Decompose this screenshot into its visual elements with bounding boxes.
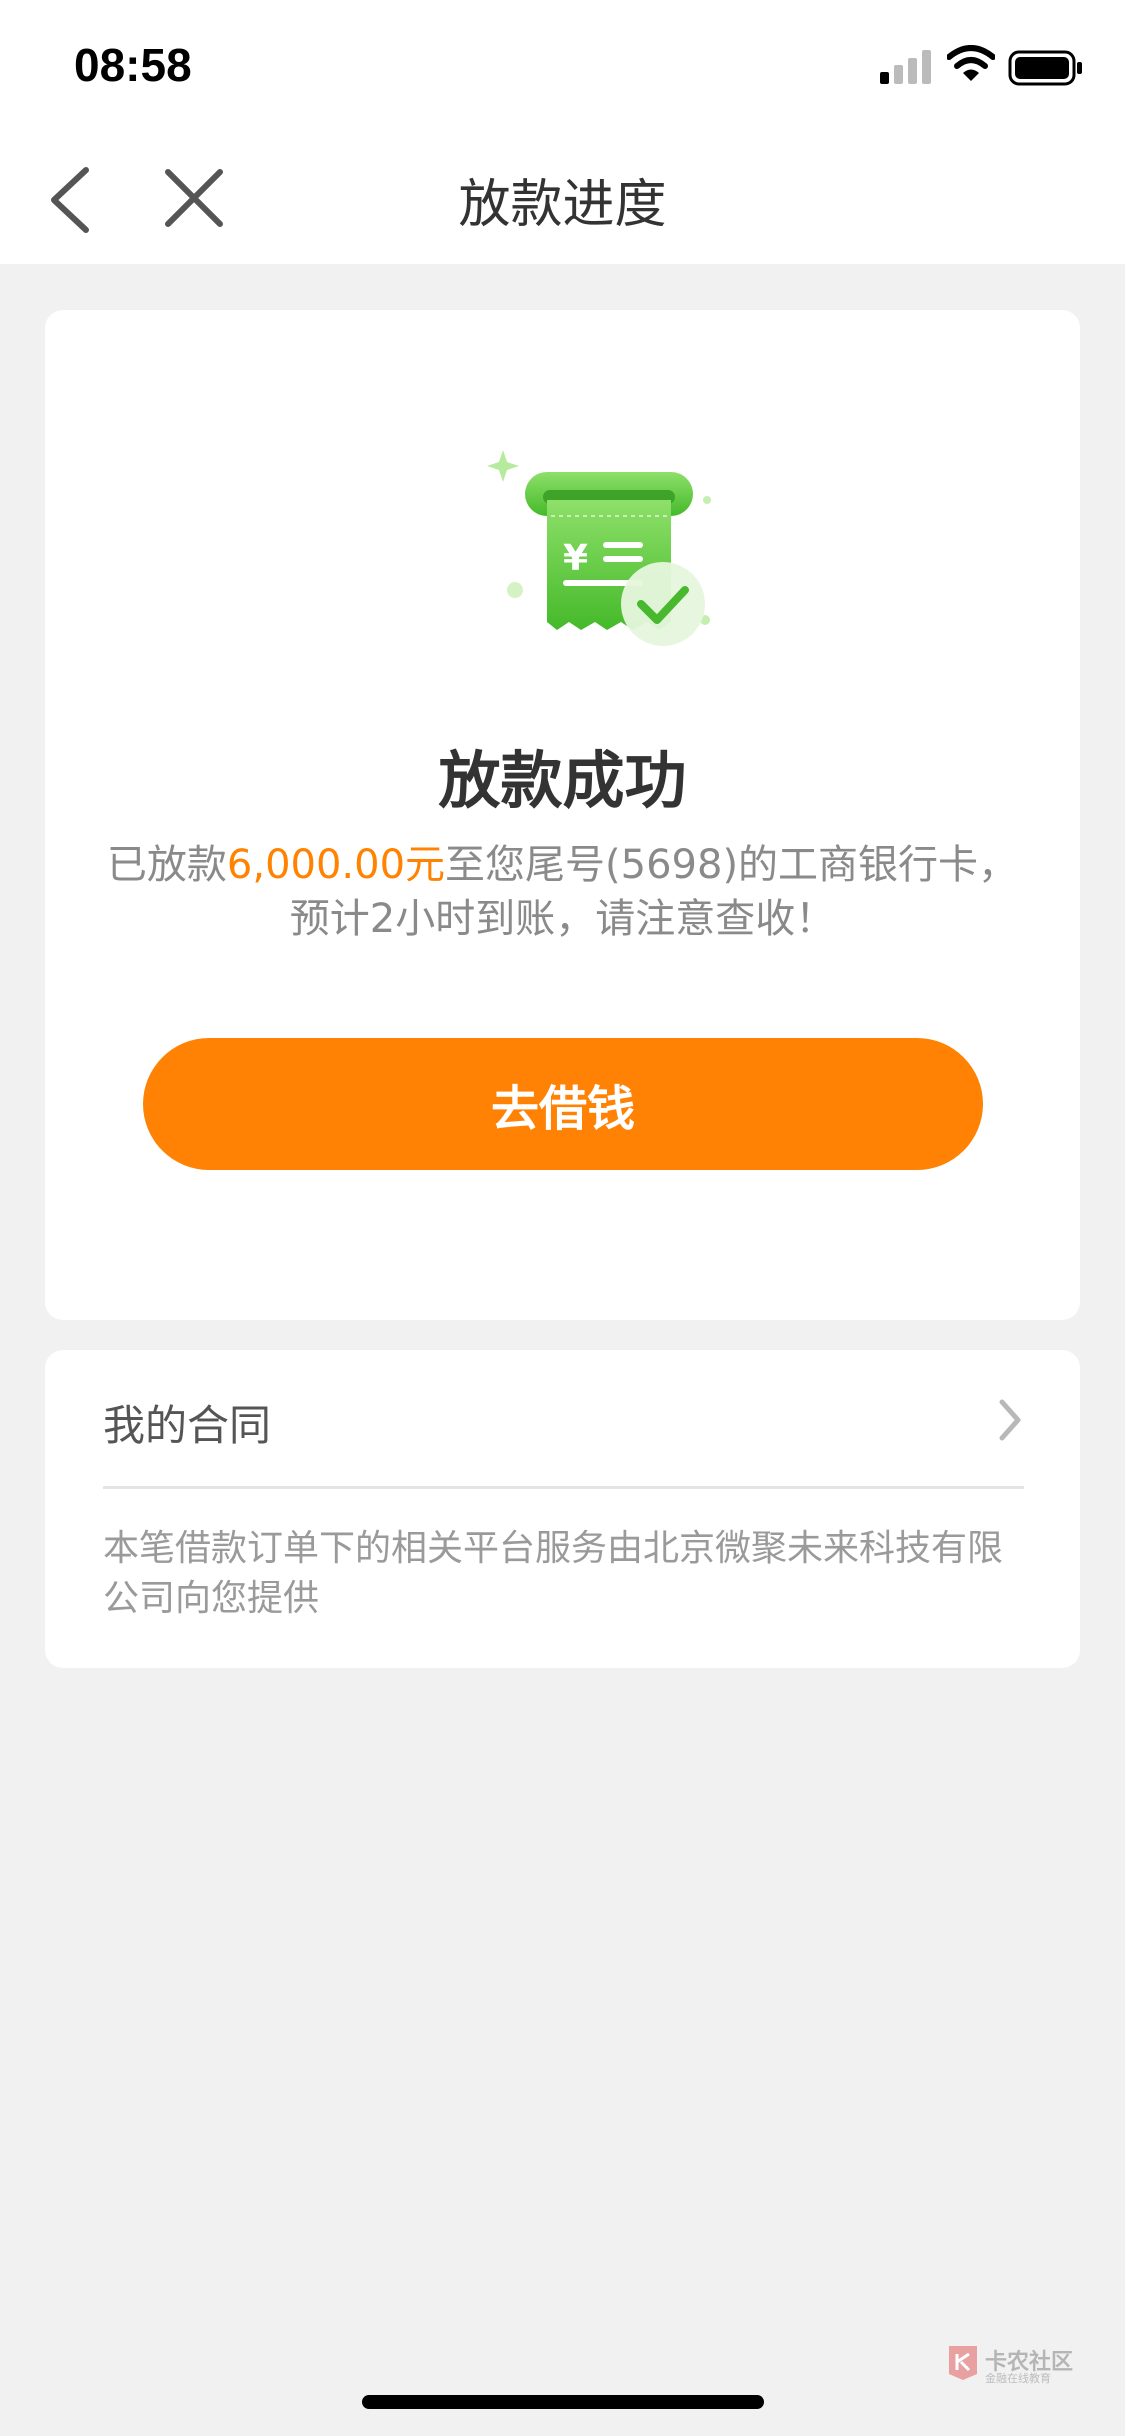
receipt-check-icon: ¥ <box>487 450 711 646</box>
svg-text:¥: ¥ <box>563 538 588 579</box>
my-contract-row[interactable]: 我的合同 <box>103 1350 1024 1489</box>
home-indicator[interactable] <box>362 2395 764 2409</box>
desc-line2: 预计2小时到账，请注意查收！ <box>289 896 836 942</box>
desc-suffix: 至您尾号(5698)的工商银行卡， <box>445 842 1019 888</box>
wifi-icon <box>947 45 995 81</box>
desc-prefix: 已放款 <box>106 842 227 888</box>
nav-bar: 放款进度 <box>0 130 1125 264</box>
contract-label: 我的合同 <box>103 1401 272 1450</box>
status-time: 08:58 <box>74 39 192 91</box>
contract-card: 我的合同 本笔借款订单下的相关平台服务由北京微聚未来科技有限公司向您提供 <box>45 1350 1080 1668</box>
success-title: 放款成功 <box>438 744 687 817</box>
kanong-logo-icon <box>949 2346 977 2380</box>
page-title: 放款进度 <box>458 175 667 235</box>
watermark: 卡农社区 金融在线教育 <box>945 2342 1075 2386</box>
signal-icon <box>880 50 931 84</box>
amount-text: 6,000.00元 <box>226 842 446 888</box>
chevron-right-icon <box>999 1399 1021 1441</box>
watermark-sub: 金融在线教育 <box>985 2372 1051 2385</box>
status-bar: 08:58 <box>0 0 1125 130</box>
borrow-button[interactable]: 去借钱 <box>143 1038 983 1170</box>
battery-icon <box>1008 50 1082 86</box>
disbursement-description: 已放款6,000.00元至您尾号(5698)的工商银行卡， 预计2小时到账，请注… <box>95 838 1030 946</box>
result-card: ¥ 放款成功 已放款6,000.00元至您尾号(5698)的工商银行卡， 预计2… <box>45 310 1080 1320</box>
service-provider-note: 本笔借款订单下的相关平台服务由北京微聚未来科技有限公司向您提供 <box>103 1528 1004 1619</box>
